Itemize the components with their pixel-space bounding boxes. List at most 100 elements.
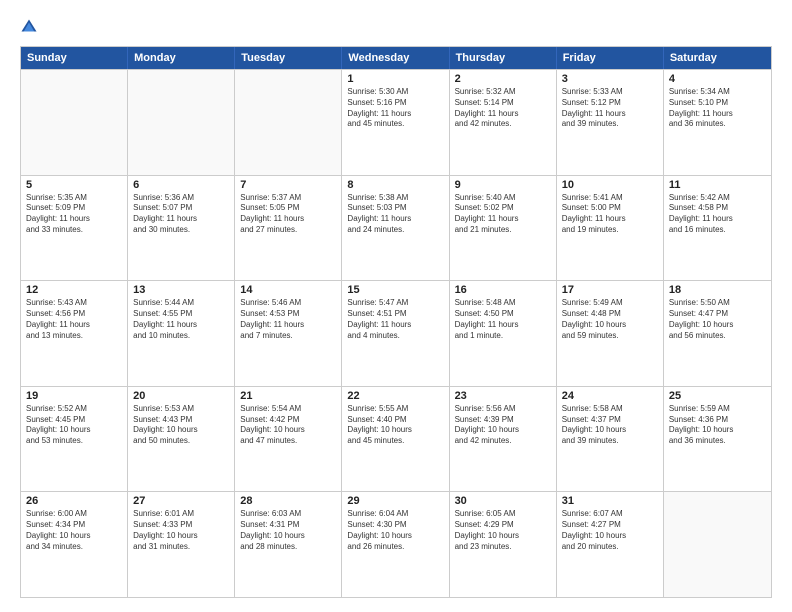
day-number: 10 <box>562 179 658 191</box>
day-info: Sunrise: 5:30 AM Sunset: 5:16 PM Dayligh… <box>347 87 443 130</box>
day-info: Sunrise: 5:59 AM Sunset: 4:36 PM Dayligh… <box>669 404 766 447</box>
day-number: 3 <box>562 73 658 85</box>
header-cell-wednesday: Wednesday <box>342 47 449 69</box>
day-cell-14: 14 Sunrise: 5:46 AM Sunset: 4:53 PM Dayli… <box>235 281 342 386</box>
day-cell-24: 24 Sunrise: 5:58 AM Sunset: 4:37 PM Dayli… <box>557 387 664 492</box>
calendar-week-3: 12 Sunrise: 5:43 AM Sunset: 4:56 PM Dayli… <box>21 280 771 386</box>
day-cell-empty <box>21 70 128 175</box>
calendar-week-5: 26 Sunrise: 6:00 AM Sunset: 4:34 PM Dayli… <box>21 491 771 597</box>
day-number: 30 <box>455 495 551 507</box>
day-cell-15: 15 Sunrise: 5:47 AM Sunset: 4:51 PM Dayli… <box>342 281 449 386</box>
day-number: 19 <box>26 390 122 402</box>
day-info: Sunrise: 5:47 AM Sunset: 4:51 PM Dayligh… <box>347 298 443 341</box>
calendar: SundayMondayTuesdayWednesdayThursdayFrid… <box>20 46 772 598</box>
day-cell-7: 7 Sunrise: 5:37 AM Sunset: 5:05 PM Daylig… <box>235 176 342 281</box>
day-info: Sunrise: 5:41 AM Sunset: 5:00 PM Dayligh… <box>562 193 658 236</box>
day-info: Sunrise: 5:48 AM Sunset: 4:50 PM Dayligh… <box>455 298 551 341</box>
day-info: Sunrise: 5:37 AM Sunset: 5:05 PM Dayligh… <box>240 193 336 236</box>
day-cell-22: 22 Sunrise: 5:55 AM Sunset: 4:40 PM Dayli… <box>342 387 449 492</box>
day-number: 7 <box>240 179 336 191</box>
day-info: Sunrise: 5:33 AM Sunset: 5:12 PM Dayligh… <box>562 87 658 130</box>
header-cell-saturday: Saturday <box>664 47 771 69</box>
day-info: Sunrise: 5:43 AM Sunset: 4:56 PM Dayligh… <box>26 298 122 341</box>
day-info: Sunrise: 5:55 AM Sunset: 4:40 PM Dayligh… <box>347 404 443 447</box>
day-info: Sunrise: 6:00 AM Sunset: 4:34 PM Dayligh… <box>26 509 122 552</box>
day-number: 31 <box>562 495 658 507</box>
day-number: 2 <box>455 73 551 85</box>
day-cell-empty <box>235 70 342 175</box>
day-info: Sunrise: 5:40 AM Sunset: 5:02 PM Dayligh… <box>455 193 551 236</box>
header-cell-sunday: Sunday <box>21 47 128 69</box>
day-number: 12 <box>26 284 122 296</box>
calendar-week-2: 5 Sunrise: 5:35 AM Sunset: 5:09 PM Daylig… <box>21 175 771 281</box>
day-cell-17: 17 Sunrise: 5:49 AM Sunset: 4:48 PM Dayli… <box>557 281 664 386</box>
day-number: 8 <box>347 179 443 191</box>
day-number: 16 <box>455 284 551 296</box>
day-cell-6: 6Sunrise: 5:36 AM Sunset: 5:07 PM Daylig… <box>128 176 235 281</box>
day-info: Sunrise: 5:58 AM Sunset: 4:37 PM Dayligh… <box>562 404 658 447</box>
header-cell-thursday: Thursday <box>450 47 557 69</box>
day-info: Sunrise: 6:01 AM Sunset: 4:33 PM Dayligh… <box>133 509 229 552</box>
day-number: 26 <box>26 495 122 507</box>
page: SundayMondayTuesdayWednesdayThursdayFrid… <box>0 0 792 612</box>
day-cell-5: 5 Sunrise: 5:35 AM Sunset: 5:09 PM Daylig… <box>21 176 128 281</box>
day-number: 6 <box>133 179 229 191</box>
day-info: Sunrise: 6:04 AM Sunset: 4:30 PM Dayligh… <box>347 509 443 552</box>
day-info: Sunrise: 6:05 AM Sunset: 4:29 PM Dayligh… <box>455 509 551 552</box>
day-number: 28 <box>240 495 336 507</box>
day-info: Sunrise: 5:56 AM Sunset: 4:39 PM Dayligh… <box>455 404 551 447</box>
day-info: Sunrise: 5:42 AM Sunset: 4:58 PM Dayligh… <box>669 193 766 236</box>
logo-icon <box>20 18 38 36</box>
calendar-header-row: SundayMondayTuesdayWednesdayThursdayFrid… <box>21 47 771 69</box>
day-number: 20 <box>133 390 229 402</box>
day-number: 5 <box>26 179 122 191</box>
calendar-week-4: 19 Sunrise: 5:52 AM Sunset: 4:45 PM Dayli… <box>21 386 771 492</box>
day-cell-3: 3 Sunrise: 5:33 AM Sunset: 5:12 PM Daylig… <box>557 70 664 175</box>
day-number: 24 <box>562 390 658 402</box>
day-number: 17 <box>562 284 658 296</box>
day-info: Sunrise: 5:32 AM Sunset: 5:14 PM Dayligh… <box>455 87 551 130</box>
day-cell-28: 28 Sunrise: 6:03 AM Sunset: 4:31 PM Dayli… <box>235 492 342 597</box>
calendar-body: 1 Sunrise: 5:30 AM Sunset: 5:16 PM Daylig… <box>21 69 771 597</box>
day-number: 15 <box>347 284 443 296</box>
day-number: 1 <box>347 73 443 85</box>
day-cell-empty <box>128 70 235 175</box>
calendar-week-1: 1 Sunrise: 5:30 AM Sunset: 5:16 PM Daylig… <box>21 69 771 175</box>
day-number: 9 <box>455 179 551 191</box>
day-info: Sunrise: 5:52 AM Sunset: 4:45 PM Dayligh… <box>26 404 122 447</box>
day-info: Sunrise: 6:03 AM Sunset: 4:31 PM Dayligh… <box>240 509 336 552</box>
day-number: 4 <box>669 73 766 85</box>
day-number: 11 <box>669 179 766 191</box>
day-cell-30: 30 Sunrise: 6:05 AM Sunset: 4:29 PM Dayli… <box>450 492 557 597</box>
day-cell-10: 10 Sunrise: 5:41 AM Sunset: 5:00 PM Dayli… <box>557 176 664 281</box>
day-info: Sunrise: 5:49 AM Sunset: 4:48 PM Dayligh… <box>562 298 658 341</box>
day-cell-9: 9 Sunrise: 5:40 AM Sunset: 5:02 PM Daylig… <box>450 176 557 281</box>
day-number: 21 <box>240 390 336 402</box>
day-cell-18: 18 Sunrise: 5:50 AM Sunset: 4:47 PM Dayli… <box>664 281 771 386</box>
day-number: 14 <box>240 284 336 296</box>
day-info: Sunrise: 5:35 AM Sunset: 5:09 PM Dayligh… <box>26 193 122 236</box>
day-cell-2: 2 Sunrise: 5:32 AM Sunset: 5:14 PM Daylig… <box>450 70 557 175</box>
header-cell-friday: Friday <box>557 47 664 69</box>
day-cell-20: 20 Sunrise: 5:53 AM Sunset: 4:43 PM Dayli… <box>128 387 235 492</box>
day-info: Sunrise: 5:50 AM Sunset: 4:47 PM Dayligh… <box>669 298 766 341</box>
day-info: Sunrise: 5:54 AM Sunset: 4:42 PM Dayligh… <box>240 404 336 447</box>
day-number: 18 <box>669 284 766 296</box>
day-info: Sunrise: 5:46 AM Sunset: 4:53 PM Dayligh… <box>240 298 336 341</box>
day-cell-13: 13Sunrise: 5:44 AM Sunset: 4:55 PM Dayli… <box>128 281 235 386</box>
day-cell-21: 21 Sunrise: 5:54 AM Sunset: 4:42 PM Dayli… <box>235 387 342 492</box>
day-number: 23 <box>455 390 551 402</box>
day-number: 22 <box>347 390 443 402</box>
day-cell-23: 23 Sunrise: 5:56 AM Sunset: 4:39 PM Dayli… <box>450 387 557 492</box>
day-info: Sunrise: 6:07 AM Sunset: 4:27 PM Dayligh… <box>562 509 658 552</box>
day-cell-31: 31 Sunrise: 6:07 AM Sunset: 4:27 PM Dayli… <box>557 492 664 597</box>
header <box>20 18 772 36</box>
day-cell-4: 4Sunrise: 5:34 AM Sunset: 5:10 PM Daylig… <box>664 70 771 175</box>
day-info: Sunrise: 5:53 AM Sunset: 4:43 PM Dayligh… <box>133 404 229 447</box>
day-cell-11: 11 Sunrise: 5:42 AM Sunset: 4:58 PM Dayli… <box>664 176 771 281</box>
day-cell-1: 1 Sunrise: 5:30 AM Sunset: 5:16 PM Daylig… <box>342 70 449 175</box>
day-cell-8: 8Sunrise: 5:38 AM Sunset: 5:03 PM Daylig… <box>342 176 449 281</box>
day-cell-27: 27 Sunrise: 6:01 AM Sunset: 4:33 PM Dayli… <box>128 492 235 597</box>
day-number: 29 <box>347 495 443 507</box>
day-number: 27 <box>133 495 229 507</box>
